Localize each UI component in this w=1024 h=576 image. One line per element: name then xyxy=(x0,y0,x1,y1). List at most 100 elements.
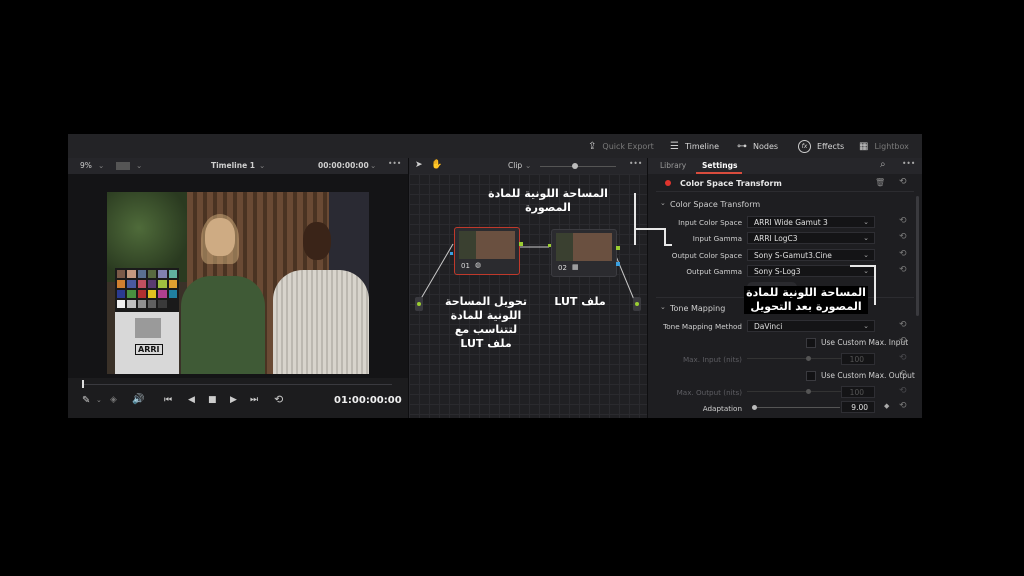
annotation-line xyxy=(634,228,664,230)
adaptation-label: Adaptation xyxy=(702,404,742,413)
effect-title: Color Space Transform xyxy=(680,179,782,188)
chevron-down-icon: ⌄ xyxy=(863,267,869,275)
node-output-port[interactable] xyxy=(616,246,620,250)
tab-library[interactable]: Library xyxy=(660,161,686,170)
reset-icon[interactable]: ⟲ xyxy=(899,401,907,411)
annotation-node-02: ملف LUT xyxy=(554,295,606,308)
reset-icon[interactable]: ⟲ xyxy=(899,249,907,259)
slider-handle[interactable] xyxy=(806,389,811,394)
output-gamma-label: Output Gamma xyxy=(686,267,742,276)
keyframe-icon[interactable]: ◆ xyxy=(884,402,889,410)
trash-icon[interactable]: 🗑 xyxy=(875,178,885,187)
more-options-icon[interactable]: ••• xyxy=(388,159,401,168)
adaptation-value[interactable]: 9.00 xyxy=(841,401,875,413)
chevron-down-icon[interactable]: ⌄ xyxy=(660,199,666,207)
reset-icon[interactable]: ⟲ xyxy=(899,320,907,330)
scrollbar[interactable] xyxy=(916,196,919,316)
node-number: 02 xyxy=(558,264,567,272)
color-swatches xyxy=(117,270,177,308)
node-02[interactable]: 02 ▦ xyxy=(548,229,620,277)
reset-icon[interactable]: ⟲ xyxy=(899,177,907,187)
man-shirt xyxy=(273,270,369,374)
loop-icon[interactable]: ⟲ xyxy=(274,393,283,406)
section-tone-mapping[interactable]: Tone Mapping xyxy=(670,304,725,313)
top-toolbar: ⇪ Quick Export ☰ Timeline ⊶ Nodes fx Eff… xyxy=(68,134,922,159)
input-color-space-dropdown[interactable]: ARRI Wide Gamut 3 ⌄ xyxy=(747,216,875,228)
max-output-label: Max. Output (nits) xyxy=(676,388,742,397)
chevron-down-icon[interactable]: ⌄ xyxy=(525,161,531,170)
annotation-line xyxy=(850,265,876,267)
output-node[interactable] xyxy=(633,297,641,311)
input-gamma-dropdown[interactable]: ARRI LogC3 ⌄ xyxy=(747,232,875,244)
timeline-button[interactable]: ☰ Timeline xyxy=(670,134,719,158)
playhead[interactable] xyxy=(82,380,84,388)
source-input[interactable] xyxy=(415,297,423,311)
timeline-name[interactable]: Timeline 1 xyxy=(211,161,255,170)
skip-forward-icon[interactable]: ⏭ xyxy=(250,395,258,405)
zoom-level[interactable]: 9% xyxy=(80,161,92,170)
play-reverse-icon[interactable]: ◀ xyxy=(188,395,195,405)
chevron-down-icon[interactable]: ⌄ xyxy=(96,396,102,404)
divider xyxy=(656,191,914,192)
search-icon[interactable]: ⌕ xyxy=(880,159,886,170)
adaptation-slider[interactable] xyxy=(752,407,840,408)
layers-icon[interactable]: ◈ xyxy=(110,395,117,405)
node-output-port[interactable] xyxy=(519,242,523,246)
zoom-slider[interactable] xyxy=(540,166,616,167)
tab-settings[interactable]: Settings xyxy=(702,161,737,170)
timecode-display: 01:00:00:00 xyxy=(334,395,402,406)
man-face xyxy=(303,222,331,260)
eyedropper-icon[interactable]: ✎ xyxy=(82,395,90,406)
chevron-down-icon[interactable]: ⌄ xyxy=(98,161,104,170)
max-input-value[interactable]: 100 xyxy=(841,353,875,365)
volume-icon[interactable]: 🔊 xyxy=(132,394,144,405)
nodes-button[interactable]: ⊶ Nodes xyxy=(737,134,778,158)
viewer-mode-icon[interactable] xyxy=(116,162,130,170)
node-input-port[interactable] xyxy=(450,252,453,255)
resolve-window: ⇪ Quick Export ☰ Timeline ⊶ Nodes fx Eff… xyxy=(68,134,922,418)
effect-enabled-dot[interactable] xyxy=(665,180,671,186)
chevron-down-icon[interactable]: ⌄ xyxy=(370,161,376,170)
slider-handle[interactable] xyxy=(752,405,757,410)
reset-icon[interactable]: ⟲ xyxy=(899,216,907,226)
pointer-icon[interactable]: ➤ xyxy=(415,160,423,170)
chevron-down-icon[interactable]: ⌄ xyxy=(136,161,142,170)
color-chart: ARRI xyxy=(115,268,179,374)
use-custom-max-output-checkbox[interactable] xyxy=(806,371,816,381)
clip-selector[interactable]: Clip xyxy=(508,161,522,170)
use-custom-max-input-checkbox[interactable] xyxy=(806,338,816,348)
reset-icon[interactable]: ⟲ xyxy=(899,336,907,346)
max-output-value[interactable]: 100 xyxy=(841,386,875,398)
reset-icon[interactable]: ⟲ xyxy=(899,369,907,379)
chevron-down-icon[interactable]: ⌄ xyxy=(660,303,666,311)
arri-logo: ARRI xyxy=(135,344,163,355)
node-01[interactable]: 01 ◍ xyxy=(450,227,523,275)
reset-icon[interactable]: ⟲ xyxy=(899,386,907,396)
hand-icon[interactable]: ✋ xyxy=(431,160,442,170)
node-input-port[interactable] xyxy=(548,244,551,247)
quick-export-button[interactable]: ⇪ Quick Export xyxy=(588,134,654,158)
zoom-slider-handle[interactable] xyxy=(572,163,578,169)
stop-icon[interactable]: ■ xyxy=(208,395,217,405)
woman-hair xyxy=(201,214,239,264)
more-options-icon[interactable]: ••• xyxy=(902,159,915,168)
transport-bar: ✎ ⌄ ◈ 🔊 ⏮ ◀ ■ ▶ ⏭ ⟲ 01:00:00:00 xyxy=(68,378,408,418)
output-color-space-dropdown[interactable]: Sony S-Gamut3.Cine ⌄ xyxy=(747,249,875,261)
section-color-space-transform[interactable]: Color Space Transform xyxy=(670,200,760,209)
more-options-icon[interactable]: ••• xyxy=(629,159,642,168)
annotation-node-01: تحويل المساحة اللونية للمادة لتتناسب مع … xyxy=(445,295,527,350)
reset-icon[interactable]: ⟲ xyxy=(899,265,907,275)
reset-icon[interactable]: ⟲ xyxy=(899,353,907,363)
effects-button[interactable]: fx Effects xyxy=(798,134,844,158)
node-thumbnail xyxy=(556,233,612,261)
reset-icon[interactable]: ⟲ xyxy=(899,232,907,242)
node-alpha-port[interactable] xyxy=(616,262,620,266)
skip-back-icon[interactable]: ⏮ xyxy=(164,395,172,405)
play-icon[interactable]: ▶ xyxy=(230,395,237,405)
tone-mapping-method-dropdown[interactable]: DaVinci ⌄ xyxy=(747,320,875,332)
chevron-down-icon[interactable]: ⌄ xyxy=(259,161,265,170)
lightbox-button[interactable]: ▦ Lightbox xyxy=(859,134,909,158)
slider-handle[interactable] xyxy=(806,356,811,361)
annotation-output-space: المساحة اللونية للمادة المصورة بعد التحو… xyxy=(744,286,868,314)
scrubber-track[interactable] xyxy=(82,384,392,385)
